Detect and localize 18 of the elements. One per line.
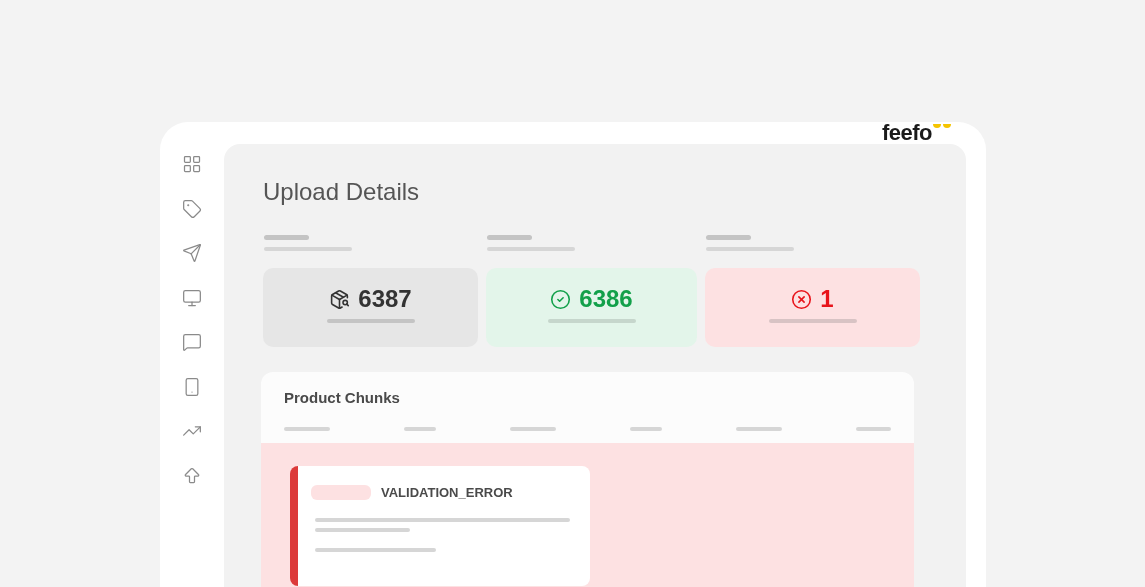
error-code: VALIDATION_ERROR [381,484,513,502]
paper-plane-icon[interactable] [182,243,202,263]
section-title: Product Chunks [284,389,401,407]
stat-value: 1 [820,285,834,313]
up-arrow-icon[interactable] [182,465,202,486]
x-circle-icon [791,288,813,310]
page-title: Upload Details [263,177,421,207]
stat-value: 6386 [579,285,633,313]
monitor-icon[interactable] [182,287,202,308]
package-search-icon [329,288,351,310]
tag-icon[interactable] [182,198,202,219]
stat-value: 6387 [358,285,412,313]
grid-icon[interactable] [182,154,202,174]
chat-bubble-icon[interactable] [182,332,202,352]
status-pill [311,485,371,501]
logo-eyes-icon [932,123,952,131]
check-circle-icon [550,288,572,310]
logo-wordmark: feefo [881,122,932,144]
